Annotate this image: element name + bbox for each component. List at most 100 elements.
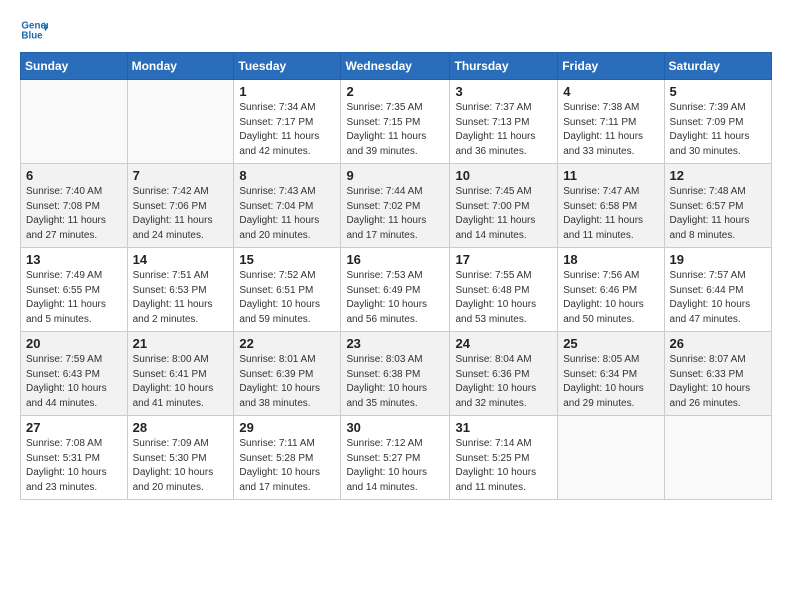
calendar-cell: 6 Sunrise: 7:40 AMSunset: 7:08 PMDaylight… xyxy=(21,164,128,248)
day-info: Sunrise: 8:00 AMSunset: 6:41 PMDaylight:… xyxy=(133,353,229,411)
calendar-cell: 2 Sunrise: 7:35 AMSunset: 7:15 PMDaylight… xyxy=(341,80,450,164)
day-number: 27 xyxy=(26,420,122,435)
day-number: 31 xyxy=(455,420,552,435)
calendar-cell: 1 Sunrise: 7:34 AMSunset: 7:17 PMDaylight… xyxy=(234,80,341,164)
day-info: Sunrise: 7:11 AMSunset: 5:28 PMDaylight:… xyxy=(239,437,335,495)
day-info: Sunrise: 7:49 AMSunset: 6:55 PMDaylight:… xyxy=(26,269,122,327)
day-number: 6 xyxy=(26,168,122,183)
day-info: Sunrise: 7:39 AMSunset: 7:09 PMDaylight:… xyxy=(670,101,766,159)
calendar-cell: 17 Sunrise: 7:55 AMSunset: 6:48 PMDayligh… xyxy=(450,248,558,332)
day-number: 9 xyxy=(346,168,444,183)
calendar-week-1: 1 Sunrise: 7:34 AMSunset: 7:17 PMDaylight… xyxy=(21,80,772,164)
day-number: 15 xyxy=(239,252,335,267)
day-number: 7 xyxy=(133,168,229,183)
day-info: Sunrise: 7:48 AMSunset: 6:57 PMDaylight:… xyxy=(670,185,766,243)
day-number: 23 xyxy=(346,336,444,351)
calendar-cell: 26 Sunrise: 8:07 AMSunset: 6:33 PMDayligh… xyxy=(664,332,771,416)
day-info: Sunrise: 7:45 AMSunset: 7:00 PMDaylight:… xyxy=(455,185,552,243)
day-number: 29 xyxy=(239,420,335,435)
day-number: 18 xyxy=(563,252,658,267)
day-info: Sunrise: 7:47 AMSunset: 6:58 PMDaylight:… xyxy=(563,185,658,243)
calendar-cell: 21 Sunrise: 8:00 AMSunset: 6:41 PMDayligh… xyxy=(127,332,234,416)
day-info: Sunrise: 7:40 AMSunset: 7:08 PMDaylight:… xyxy=(26,185,122,243)
calendar-cell: 23 Sunrise: 8:03 AMSunset: 6:38 PMDayligh… xyxy=(341,332,450,416)
calendar-cell: 10 Sunrise: 7:45 AMSunset: 7:00 PMDayligh… xyxy=(450,164,558,248)
day-info: Sunrise: 7:53 AMSunset: 6:49 PMDaylight:… xyxy=(346,269,444,327)
calendar-page: General Blue SundayMondayTuesdayWednesda… xyxy=(0,0,792,612)
logo: General Blue xyxy=(20,16,50,44)
day-number: 21 xyxy=(133,336,229,351)
calendar-cell: 16Sunrise: 7:53 AMSunset: 6:49 PMDayligh… xyxy=(341,248,450,332)
day-number: 10 xyxy=(455,168,552,183)
day-number: 13 xyxy=(26,252,122,267)
day-number: 2 xyxy=(346,84,444,99)
calendar-week-2: 6 Sunrise: 7:40 AMSunset: 7:08 PMDaylight… xyxy=(21,164,772,248)
day-info: Sunrise: 8:04 AMSunset: 6:36 PMDaylight:… xyxy=(455,353,552,411)
calendar-cell: 9 Sunrise: 7:44 AMSunset: 7:02 PMDaylight… xyxy=(341,164,450,248)
calendar-cell: 3Sunrise: 7:37 AMSunset: 7:13 PMDaylight… xyxy=(450,80,558,164)
day-info: Sunrise: 7:38 AMSunset: 7:11 PMDaylight:… xyxy=(563,101,658,159)
page-header: General Blue xyxy=(20,16,772,44)
day-info: Sunrise: 7:08 AMSunset: 5:31 PMDaylight:… xyxy=(26,437,122,495)
day-info: Sunrise: 7:37 AMSunset: 7:13 PMDaylight:… xyxy=(455,101,552,159)
calendar-week-3: 13 Sunrise: 7:49 AMSunset: 6:55 PMDayligh… xyxy=(21,248,772,332)
calendar-table: SundayMondayTuesdayWednesdayThursdayFrid… xyxy=(20,52,772,500)
day-number: 1 xyxy=(239,84,335,99)
calendar-cell xyxy=(558,416,664,500)
day-number: 24 xyxy=(455,336,552,351)
calendar-cell: 4 Sunrise: 7:38 AMSunset: 7:11 PMDaylight… xyxy=(558,80,664,164)
calendar-cell: 13 Sunrise: 7:49 AMSunset: 6:55 PMDayligh… xyxy=(21,248,128,332)
calendar-header-row: SundayMondayTuesdayWednesdayThursdayFrid… xyxy=(21,53,772,80)
day-info: Sunrise: 7:14 AMSunset: 5:25 PMDaylight:… xyxy=(455,437,552,495)
calendar-cell: 25Sunrise: 8:05 AMSunset: 6:34 PMDayligh… xyxy=(558,332,664,416)
day-info: Sunrise: 7:55 AMSunset: 6:48 PMDaylight:… xyxy=(455,269,552,327)
day-info: Sunrise: 8:03 AMSunset: 6:38 PMDaylight:… xyxy=(346,353,444,411)
calendar-cell: 8 Sunrise: 7:43 AMSunset: 7:04 PMDaylight… xyxy=(234,164,341,248)
calendar-cell: 28 Sunrise: 7:09 AMSunset: 5:30 PMDayligh… xyxy=(127,416,234,500)
day-number: 30 xyxy=(346,420,444,435)
calendar-cell: 14Sunrise: 7:51 AMSunset: 6:53 PMDayligh… xyxy=(127,248,234,332)
calendar-week-5: 27 Sunrise: 7:08 AMSunset: 5:31 PMDayligh… xyxy=(21,416,772,500)
calendar-cell: 20Sunrise: 7:59 AMSunset: 6:43 PMDayligh… xyxy=(21,332,128,416)
day-info: Sunrise: 7:52 AMSunset: 6:51 PMDaylight:… xyxy=(239,269,335,327)
day-number: 28 xyxy=(133,420,229,435)
day-info: Sunrise: 8:01 AMSunset: 6:39 PMDaylight:… xyxy=(239,353,335,411)
day-info: Sunrise: 7:59 AMSunset: 6:43 PMDaylight:… xyxy=(26,353,122,411)
day-header-sunday: Sunday xyxy=(21,53,128,80)
day-number: 5 xyxy=(670,84,766,99)
day-header-monday: Monday xyxy=(127,53,234,80)
logo-icon: General Blue xyxy=(20,16,48,44)
day-header-thursday: Thursday xyxy=(450,53,558,80)
calendar-cell: 7Sunrise: 7:42 AMSunset: 7:06 PMDaylight… xyxy=(127,164,234,248)
day-info: Sunrise: 7:57 AMSunset: 6:44 PMDaylight:… xyxy=(670,269,766,327)
calendar-cell: 30 Sunrise: 7:12 AMSunset: 5:27 PMDayligh… xyxy=(341,416,450,500)
calendar-cell: 12 Sunrise: 7:48 AMSunset: 6:57 PMDayligh… xyxy=(664,164,771,248)
day-number: 14 xyxy=(133,252,229,267)
calendar-cell: 31 Sunrise: 7:14 AMSunset: 5:25 PMDayligh… xyxy=(450,416,558,500)
day-info: Sunrise: 7:44 AMSunset: 7:02 PMDaylight:… xyxy=(346,185,444,243)
day-info: Sunrise: 7:09 AMSunset: 5:30 PMDaylight:… xyxy=(133,437,229,495)
day-number: 22 xyxy=(239,336,335,351)
day-number: 26 xyxy=(670,336,766,351)
day-number: 12 xyxy=(670,168,766,183)
day-number: 17 xyxy=(455,252,552,267)
day-number: 19 xyxy=(670,252,766,267)
calendar-cell xyxy=(21,80,128,164)
calendar-cell: 24 Sunrise: 8:04 AMSunset: 6:36 PMDayligh… xyxy=(450,332,558,416)
calendar-cell: 22 Sunrise: 8:01 AMSunset: 6:39 PMDayligh… xyxy=(234,332,341,416)
day-header-wednesday: Wednesday xyxy=(341,53,450,80)
calendar-week-4: 20Sunrise: 7:59 AMSunset: 6:43 PMDayligh… xyxy=(21,332,772,416)
day-header-tuesday: Tuesday xyxy=(234,53,341,80)
calendar-cell: 11 Sunrise: 7:47 AMSunset: 6:58 PMDayligh… xyxy=(558,164,664,248)
day-number: 11 xyxy=(563,168,658,183)
calendar-cell: 18Sunrise: 7:56 AMSunset: 6:46 PMDayligh… xyxy=(558,248,664,332)
day-number: 8 xyxy=(239,168,335,183)
day-info: Sunrise: 7:35 AMSunset: 7:15 PMDaylight:… xyxy=(346,101,444,159)
day-info: Sunrise: 7:43 AMSunset: 7:04 PMDaylight:… xyxy=(239,185,335,243)
calendar-cell xyxy=(664,416,771,500)
day-number: 4 xyxy=(563,84,658,99)
calendar-cell: 27 Sunrise: 7:08 AMSunset: 5:31 PMDayligh… xyxy=(21,416,128,500)
day-info: Sunrise: 7:12 AMSunset: 5:27 PMDaylight:… xyxy=(346,437,444,495)
day-info: Sunrise: 7:34 AMSunset: 7:17 PMDaylight:… xyxy=(239,101,335,159)
day-info: Sunrise: 8:07 AMSunset: 6:33 PMDaylight:… xyxy=(670,353,766,411)
